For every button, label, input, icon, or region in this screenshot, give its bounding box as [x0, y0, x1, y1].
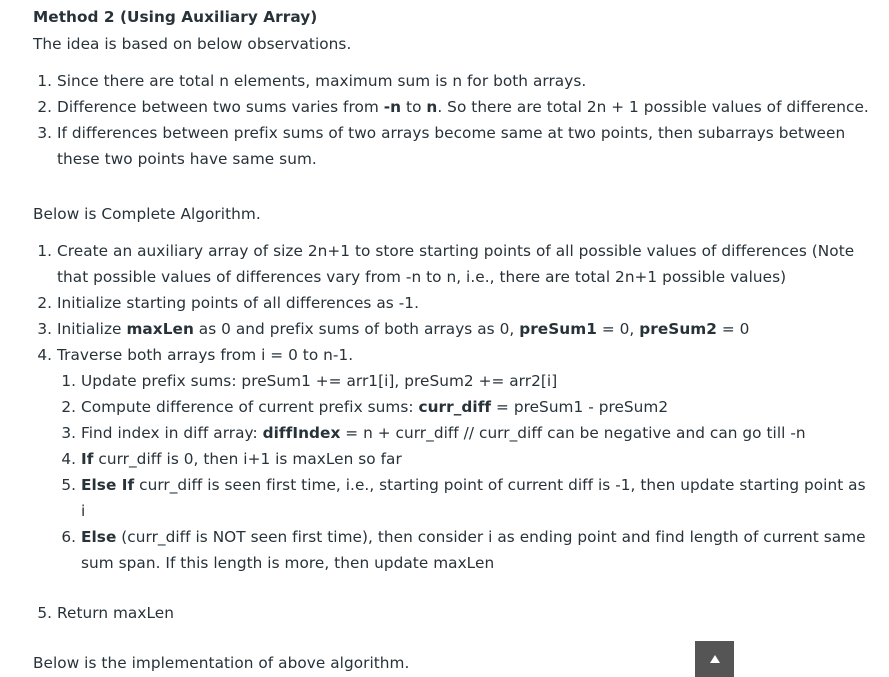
observation-item-2: Difference between two sums varies from … — [57, 94, 873, 120]
substep-1: Update prefix sums: preSum1 += arr1[i], … — [81, 368, 873, 394]
observations-list: Since there are total n elements, maximu… — [33, 68, 873, 172]
step-3-bold-maxlen: maxLen — [126, 320, 194, 338]
substep-4-bold-if: If — [81, 450, 94, 468]
step-3-text-d: = 0 — [716, 320, 750, 338]
algorithm-step-4: Traverse both arrays from i = 0 to n-1. … — [57, 342, 873, 576]
implementation-intro: Below is the implementation of above alg… — [33, 654, 410, 672]
substep-6: Else (curr_diff is NOT seen first time),… — [81, 524, 873, 576]
observation-2-text-c: . So there are total 2n + 1 possible val… — [437, 98, 869, 116]
substep-3-bold-diffindex: diffIndex — [262, 424, 341, 442]
algorithm-step-2: Initialize starting points of all differ… — [57, 290, 873, 316]
article-content: Method 2 (Using Auxiliary Array) The ide… — [33, 0, 873, 676]
substep-5-bold-else-if: Else If — [81, 476, 135, 494]
step-3-text-c: = 0, — [596, 320, 640, 338]
step-4-text: Traverse both arrays from i = 0 to n-1. — [57, 346, 354, 364]
observation-2-text-a: Difference between two sums varies from — [57, 98, 384, 116]
algorithm-intro: Below is Complete Algorithm. — [33, 205, 261, 223]
substep-2-text-c: = preSum1 - preSum2 — [491, 398, 669, 416]
substep-2-text-a: Compute difference of current prefix sum… — [81, 398, 419, 416]
scroll-to-top-button[interactable] — [695, 641, 734, 677]
substep-5-text: curr_diff is seen first time, i.e., star… — [81, 476, 866, 520]
substep-3: Find index in diff array: diffIndex = n … — [81, 420, 873, 446]
algorithm-step-5: Return maxLen — [57, 600, 873, 626]
substep-6-bold-else: Else — [81, 528, 117, 546]
step-3-bold-presum2: preSum2 — [639, 320, 717, 338]
traversal-substeps-list: Update prefix sums: preSum1 += arr1[i], … — [57, 368, 873, 576]
step-3-text-b: as 0 and prefix sums of both arrays as 0… — [193, 320, 520, 338]
observation-item-3: If differences between prefix sums of tw… — [57, 120, 873, 172]
substep-3-text-c: = n + curr_diff // curr_diff can be nega… — [340, 424, 806, 442]
intro-paragraph: The idea is based on below observations. — [33, 35, 352, 53]
up-arrow-icon — [709, 655, 720, 663]
substep-4: If curr_diff is 0, then i+1 is maxLen so… — [81, 446, 873, 472]
observation-2-bold-n: n — [426, 98, 438, 116]
observation-item-1: Since there are total n elements, maximu… — [57, 68, 873, 94]
step-3-bold-presum1: preSum1 — [519, 320, 597, 338]
substep-6-text: (curr_diff is NOT seen first time), then… — [81, 528, 866, 572]
algorithm-step-1: Create an auxiliary array of size 2n+1 t… — [57, 238, 873, 290]
substep-5: Else If curr_diff is seen first time, i.… — [81, 472, 873, 524]
section-heading: Method 2 (Using Auxiliary Array) — [33, 8, 318, 26]
observation-2-text-b: to — [401, 98, 427, 116]
step-3-text-a: Initialize — [57, 320, 127, 338]
substep-4-text: curr_diff is 0, then i+1 is maxLen so fa… — [93, 450, 402, 468]
algorithm-steps-list: Create an auxiliary array of size 2n+1 t… — [33, 238, 873, 626]
substep-2-bold-curr-diff: curr_diff — [418, 398, 492, 416]
observation-2-bold-neg-n: -n — [383, 98, 402, 116]
algorithm-step-3: Initialize maxLen as 0 and prefix sums o… — [57, 316, 873, 342]
substep-2: Compute difference of current prefix sum… — [81, 394, 873, 420]
substep-3-text-a: Find index in diff array: — [81, 424, 263, 442]
